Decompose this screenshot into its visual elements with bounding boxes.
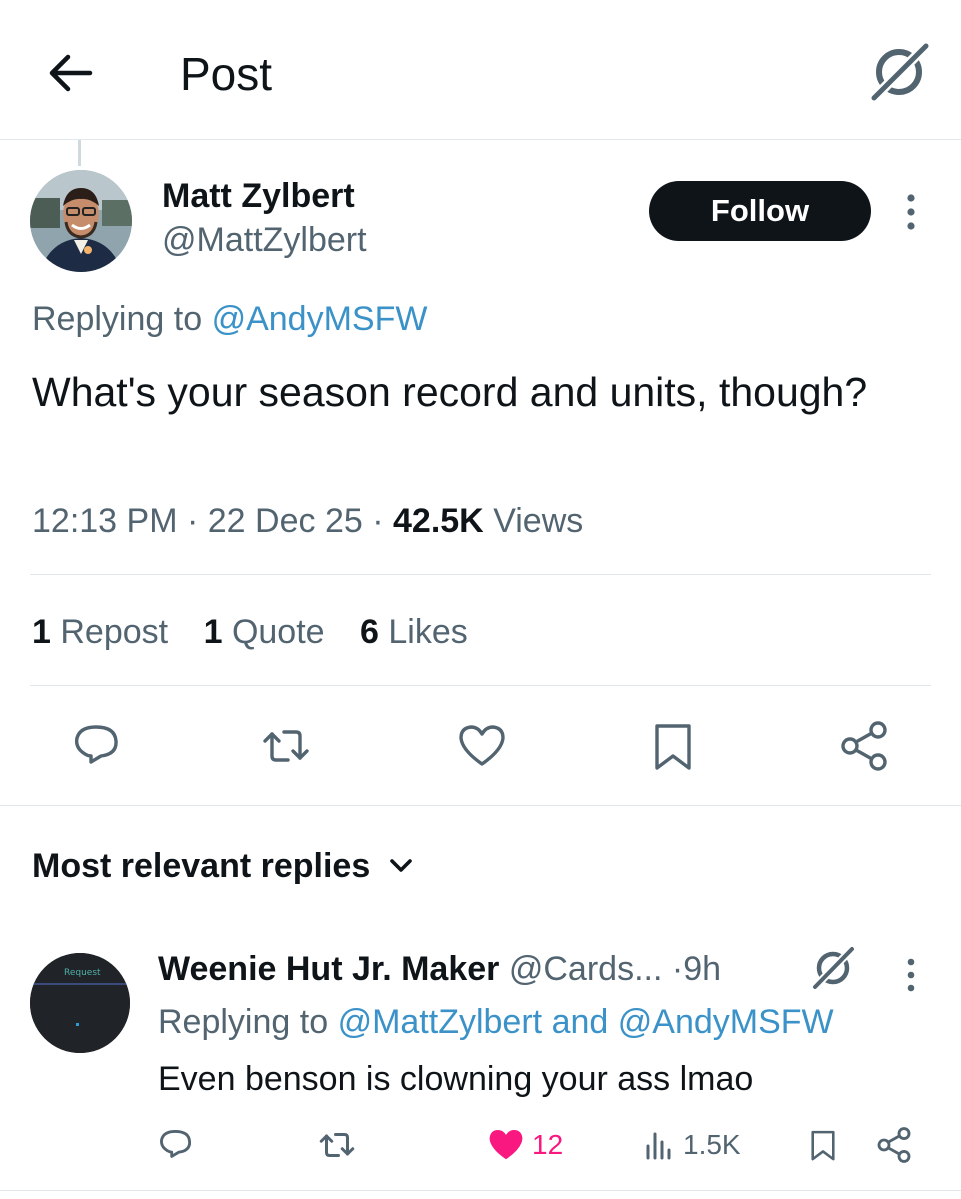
reposts-label: Repost <box>60 613 169 651</box>
divider <box>30 685 931 686</box>
repost-icon <box>263 730 309 762</box>
reply-more-options-button[interactable] <box>898 955 924 995</box>
avatar-text: Request <box>64 968 101 978</box>
meta-separator: · <box>372 502 384 540</box>
reply-icon <box>74 725 118 764</box>
heart-icon <box>459 725 505 766</box>
header-divider <box>0 139 961 140</box>
post-text: What's your season record and units, tho… <box>32 369 868 415</box>
reply-author-avatar[interactable]: Request <box>30 953 130 1053</box>
replying-prefix: Replying to <box>32 300 203 338</box>
back-button[interactable] <box>40 46 100 100</box>
quotes-count: 1 <box>203 613 223 651</box>
reply-views-button[interactable]: 1.5K <box>643 1122 741 1168</box>
post-date[interactable]: 22 Dec 25 <box>208 502 363 540</box>
reply-icon <box>160 1130 192 1158</box>
avatar-screenshot-icon: Request <box>30 953 130 1053</box>
author-name[interactable]: Matt Zylbert <box>162 176 355 216</box>
reply-likes-count: 12 <box>532 1129 564 1160</box>
divider <box>30 574 931 575</box>
post-stats: 1 Repost 1 Quote 6 Likes <box>32 611 494 653</box>
grok-icon <box>811 945 856 991</box>
more-options-button[interactable] <box>896 190 926 234</box>
replying-prefix: Replying to <box>158 1003 329 1041</box>
thread-connector-line <box>78 140 81 166</box>
bookmark-icon <box>655 724 691 770</box>
reply-share-button[interactable] <box>874 1122 914 1168</box>
views-label: Views <box>493 502 584 540</box>
author-avatar[interactable] <box>30 170 132 272</box>
reposts-stat[interactable]: 1 Repost <box>32 613 178 651</box>
reply-author-name[interactable]: Weenie Hut Jr. Maker <box>158 950 499 988</box>
reply-replying-to-line: Replying to @MattZylbert and @AndyMSFW <box>158 1001 834 1043</box>
follow-button[interactable]: Follow <box>649 181 871 241</box>
back-arrow-icon <box>49 54 93 92</box>
share-icon <box>841 721 887 771</box>
meta-separator: · <box>186 502 199 540</box>
bottom-divider <box>0 1190 961 1191</box>
replying-and: and <box>551 1003 609 1041</box>
share-button[interactable] <box>836 718 892 774</box>
reply-time[interactable]: 9h <box>683 950 721 988</box>
quotes-label: Quote <box>231 613 325 651</box>
reply-button[interactable] <box>69 718 125 774</box>
reply-bookmark-button[interactable] <box>805 1122 841 1168</box>
quotes-stat[interactable]: 1 Quote <box>204 613 334 651</box>
views-count: 42.5K <box>393 502 484 540</box>
likes-stat[interactable]: 6 Likes <box>360 613 468 651</box>
grok-button[interactable] <box>866 40 932 102</box>
bookmark-icon <box>811 1130 835 1161</box>
heart-filled-icon <box>489 1130 523 1160</box>
replying-to-line: Replying to @AndyMSFW <box>32 298 427 340</box>
like-button[interactable] <box>454 718 510 774</box>
repost-icon <box>319 1133 355 1157</box>
author-handle[interactable]: @MattZylbert <box>162 220 367 260</box>
replies-sort-label: Most relevant replies <box>32 847 371 885</box>
replies-sort-dropdown[interactable]: Most relevant replies <box>32 845 414 887</box>
meta-separator: · <box>671 950 684 988</box>
reply-reply-button[interactable] <box>156 1122 196 1168</box>
replying-to-mention[interactable]: @AndyMSFW <box>212 300 428 338</box>
more-vertical-icon <box>907 958 915 992</box>
reposts-count: 1 <box>32 613 51 651</box>
more-vertical-icon <box>907 194 915 230</box>
reply-grok-button[interactable] <box>808 942 858 992</box>
views-chart-icon <box>646 1132 671 1160</box>
section-divider <box>0 805 961 806</box>
avatar-photo-icon <box>30 170 132 272</box>
replying-to-mention-1[interactable]: @MattZylbert <box>338 1003 543 1041</box>
likes-label: Likes <box>388 613 468 651</box>
chevron-down-icon <box>390 859 413 872</box>
reply-repost-button[interactable] <box>316 1122 358 1168</box>
reply-like-button[interactable]: 12 <box>486 1122 563 1168</box>
post-meta: 12:13 PM · 22 Dec 25 · 42.5K Views <box>32 500 583 542</box>
replying-to-mention-2[interactable]: @AndyMSFW <box>618 1003 834 1041</box>
page-title: Post <box>180 48 273 100</box>
reply-text: Even benson is clowning your ass lmao <box>158 1060 754 1098</box>
grok-icon <box>869 41 931 102</box>
reply-views-count: 1.5K <box>683 1129 741 1160</box>
post-time[interactable]: 12:13 PM <box>32 502 178 540</box>
reply-header: Weenie Hut Jr. Maker @Cards... ·9h <box>158 948 721 990</box>
repost-button[interactable] <box>258 718 314 774</box>
share-icon <box>877 1127 911 1163</box>
bookmark-button[interactable] <box>645 718 701 774</box>
likes-count: 6 <box>360 613 379 651</box>
reply-author-handle[interactable]: @Cards... <box>509 950 663 988</box>
